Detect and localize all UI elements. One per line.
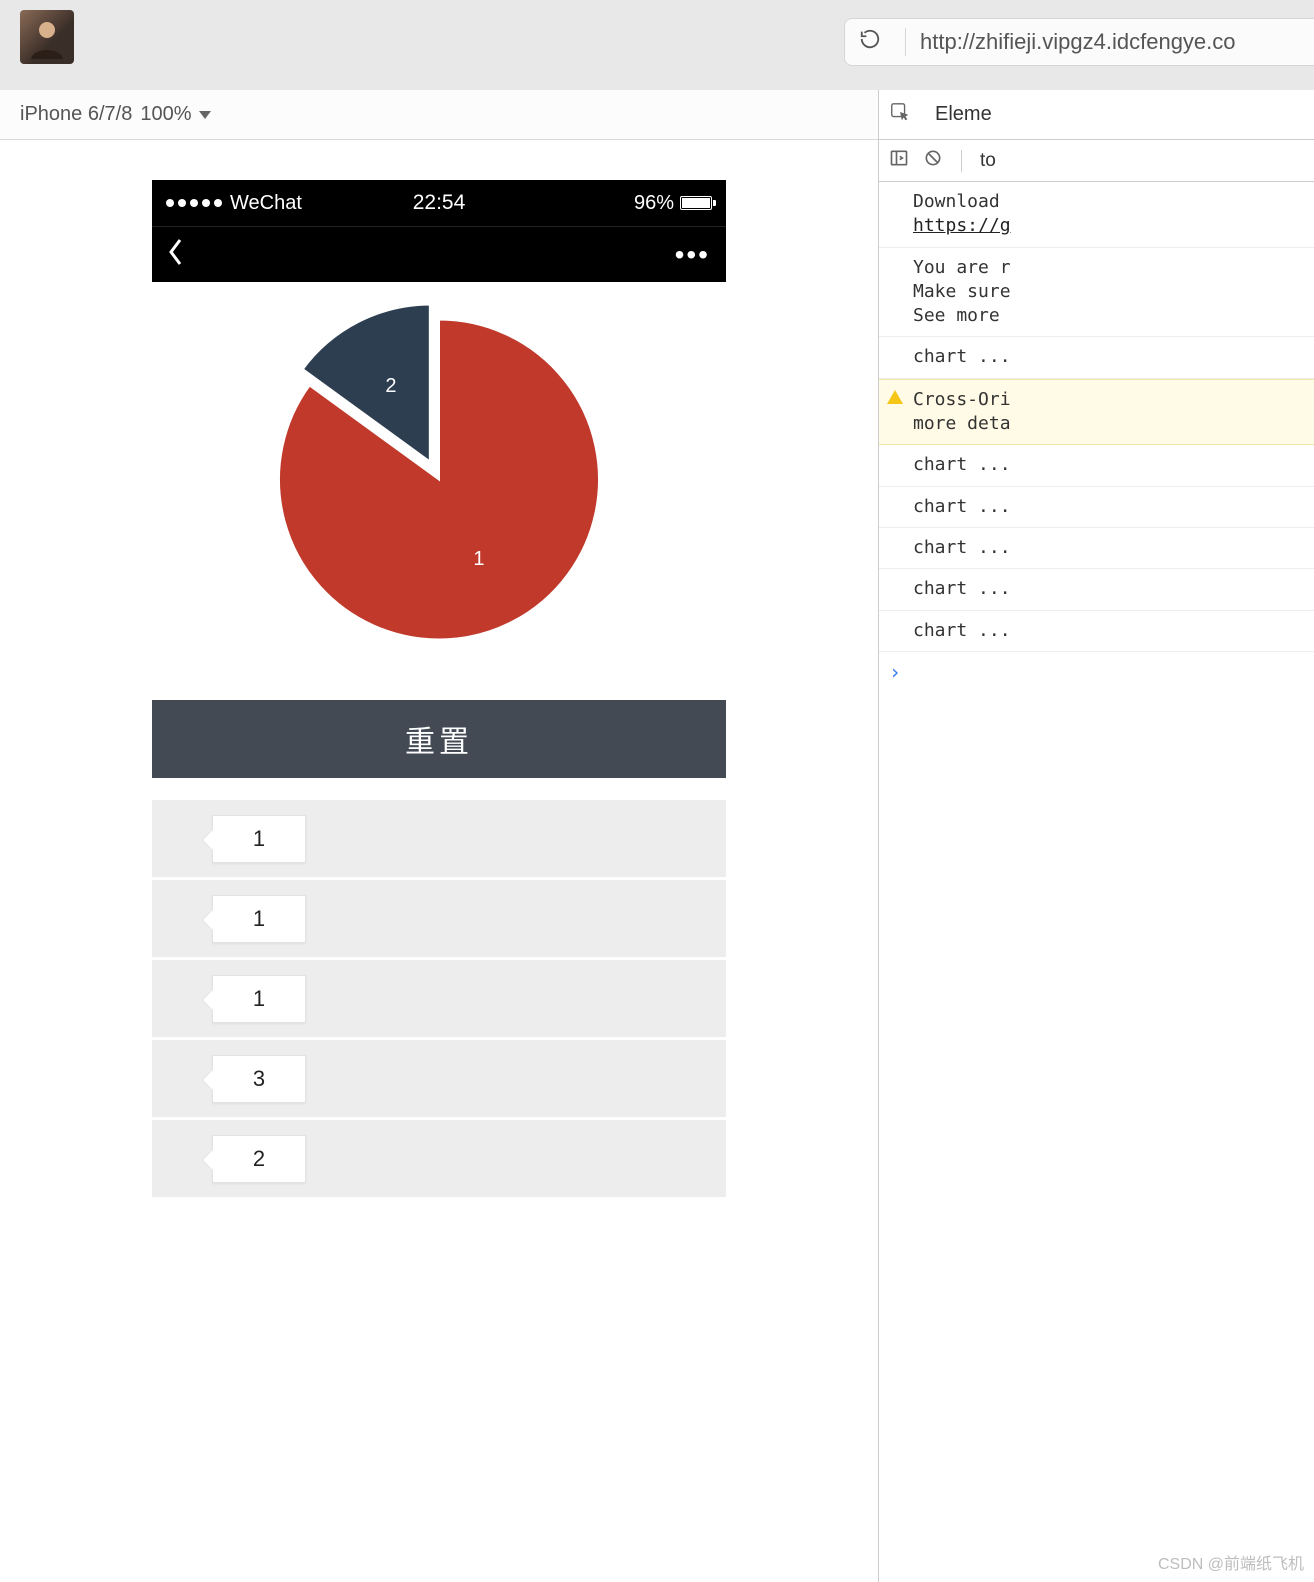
- list-item[interactable]: 1: [152, 960, 726, 1038]
- message-bubble: 2: [212, 1135, 306, 1183]
- device-name: iPhone 6/7/8: [20, 103, 132, 126]
- console-message: chart ...: [879, 611, 1314, 652]
- pie-chart: 12: [152, 282, 726, 682]
- carrier-label: WeChat: [230, 192, 302, 215]
- url-text: http://zhifieji.vipgz4.idcfengye.co: [920, 29, 1236, 55]
- console-message: chart ...: [879, 569, 1314, 610]
- console-prompt[interactable]: ›: [879, 652, 1314, 692]
- reset-label: 重置: [405, 717, 473, 761]
- message-bubble: 3: [212, 1055, 306, 1103]
- clear-console-icon[interactable]: [923, 148, 943, 173]
- console-message: chart ...: [879, 487, 1314, 528]
- url-bar[interactable]: http://zhifieji.vipgz4.idcfengye.co: [844, 18, 1314, 66]
- console-sidebar-icon[interactable]: [889, 148, 909, 173]
- console-message: chart ...: [879, 528, 1314, 569]
- back-button[interactable]: [168, 238, 184, 271]
- simulator-area: WeChat 22:54 96% ••• 12 重置 11132: [0, 140, 878, 1582]
- message-bubble: 1: [212, 895, 306, 943]
- device-select[interactable]: iPhone 6/7/8 100%: [20, 103, 211, 126]
- console-warning: Cross-Orimore deta: [879, 379, 1314, 446]
- list-item[interactable]: 3: [152, 1040, 726, 1118]
- reset-button[interactable]: 重置: [152, 700, 726, 778]
- clock: 22:54: [413, 191, 466, 215]
- list-item[interactable]: 1: [152, 800, 726, 878]
- pie-slice-label: 1: [473, 548, 484, 570]
- signal-icon: [166, 199, 222, 207]
- devtools-panel: Eleme to Download https://gYou are rMake…: [878, 90, 1314, 1582]
- pie-slice-label: 2: [385, 375, 396, 397]
- console-output[interactable]: Download https://gYou are rMake sureSee …: [879, 182, 1314, 692]
- phone-frame: WeChat 22:54 96% ••• 12 重置 11132: [152, 180, 726, 1580]
- list-item[interactable]: 2: [152, 1120, 726, 1198]
- devtools-tab-elements[interactable]: Eleme: [929, 103, 998, 126]
- console-toolbar: to: [879, 140, 1314, 182]
- status-bar: WeChat 22:54 96%: [152, 180, 726, 226]
- toolbar-divider: [961, 150, 962, 172]
- message-bubble: 1: [212, 815, 306, 863]
- battery-pct: 96%: [634, 192, 674, 215]
- browser-chrome: http://zhifieji.vipgz4.idcfengye.co: [0, 0, 1314, 90]
- console-link[interactable]: https://g: [913, 215, 1011, 236]
- more-button[interactable]: •••: [675, 239, 710, 271]
- list-item[interactable]: 1: [152, 880, 726, 958]
- battery-status: 96%: [634, 192, 712, 215]
- console-context[interactable]: to: [980, 150, 996, 172]
- message-list: 1 1 1 3 2: [152, 800, 726, 1198]
- console-message: Download https://g: [879, 182, 1314, 248]
- url-divider: [905, 28, 906, 56]
- message-bubble: 1: [212, 975, 306, 1023]
- watermark: CSDN @前端纸飞机: [1158, 1550, 1304, 1574]
- console-message: chart ...: [879, 337, 1314, 378]
- avatar: [20, 10, 74, 64]
- chevron-down-icon: [199, 111, 211, 119]
- nav-bar: •••: [152, 226, 726, 282]
- console-message: You are rMake sureSee more: [879, 248, 1314, 338]
- reload-icon[interactable]: [859, 28, 881, 56]
- inspect-icon[interactable]: [889, 101, 911, 128]
- console-message: chart ...: [879, 445, 1314, 486]
- device-zoom: 100%: [140, 103, 191, 126]
- devtools-tabs: Eleme: [879, 90, 1314, 140]
- battery-icon: [680, 196, 712, 210]
